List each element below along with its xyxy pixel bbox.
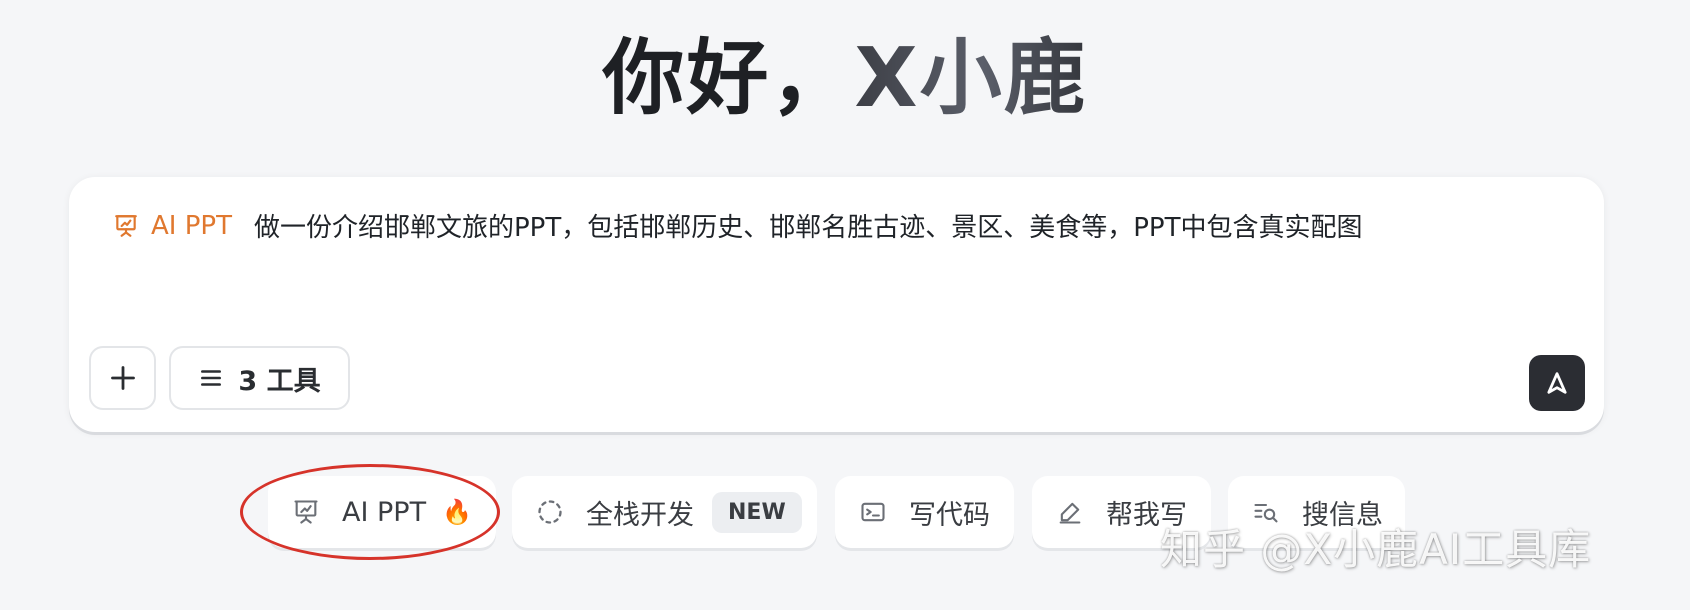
prompt-line[interactable]: AI PPT 做一份介绍邯郸文旅的PPT，包括邯郸历史、邯郸名胜古迹、景区、美食…	[113, 207, 1362, 244]
suggestion-ai-ppt[interactable]: AI PPT 🔥	[268, 476, 496, 548]
prompt-input[interactable]: 做一份介绍邯郸文旅的PPT，包括邯郸历史、邯郸名胜古迹、景区、美食等，PPT中包…	[254, 207, 1362, 244]
fire-icon: 🔥	[442, 498, 472, 526]
presentation-icon	[294, 500, 318, 524]
plus-icon	[110, 366, 135, 390]
tools-button[interactable]: 3 工具	[169, 346, 350, 410]
tools-label: 3 工具	[238, 365, 321, 397]
presentation-icon	[115, 214, 137, 237]
suggestion-label: AI PPT	[342, 496, 427, 528]
mode-tag-label: AI PPT	[151, 210, 232, 241]
pencil-icon	[1059, 502, 1081, 524]
list-icon	[201, 370, 222, 386]
suggestion-write-code[interactable]: 写代码	[835, 476, 1014, 548]
terminal-icon	[861, 502, 885, 522]
add-attachment-button[interactable]	[89, 346, 156, 410]
suggestion-fullstack[interactable]: 全栈开发 NEW	[512, 476, 817, 548]
new-badge: NEW	[712, 491, 802, 533]
greeting-name: X小鹿	[854, 31, 1088, 126]
suggestion-label: 全栈开发	[586, 499, 694, 531]
mode-tag-ai-ppt[interactable]: AI PPT	[113, 211, 232, 241]
dotted-circle-icon	[538, 500, 562, 524]
prompt-composer[interactable]: AI PPT 做一份介绍邯郸文旅的PPT，包括邯郸历史、邯郸名胜古迹、景区、美食…	[69, 177, 1604, 432]
send-button[interactable]	[1529, 355, 1585, 411]
send-arrow-icon	[1547, 372, 1567, 394]
greeting-title: 你好，X小鹿	[0, 31, 1690, 126]
watermark: 知乎 @X小鹿AI工具库	[1160, 525, 1592, 574]
greeting-hello: 你好，	[602, 31, 855, 126]
suggestion-label: 写代码	[909, 499, 990, 531]
